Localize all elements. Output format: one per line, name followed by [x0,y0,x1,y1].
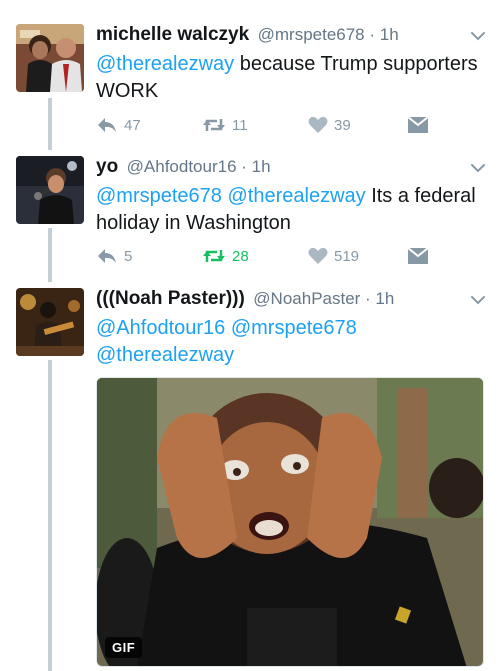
tweet-2[interactable]: yo @Ahfodtour16 · 1h @mrspete678 @therea… [0,150,500,282]
direct-message-icon [408,248,428,264]
tweet-text: @Ahfodtour16 @mrspete678 @therealezway [96,315,486,369]
handle-and-time[interactable]: @NoahPaster · 1h [253,289,394,308]
mention-link[interactable]: @therealezway [227,185,365,207]
reply-icon [98,118,116,132]
avatar[interactable] [16,24,84,92]
mention-link[interactable]: @Ahfodtour16 [96,317,225,339]
tweet-1[interactable]: michelle walczyk @mrspete678 · 1h @there… [0,0,500,150]
display-name[interactable]: yo [96,156,118,177]
tweet-text: @therealezway because Trump supporters W… [96,51,486,105]
like-button[interactable]: 519 [308,245,359,267]
retweet-icon [203,250,225,262]
gif-media[interactable]: GIF [96,377,484,667]
mention-link[interactable]: @mrspete678 [96,185,222,207]
retweet-icon [203,119,225,131]
mention-link[interactable]: @therealezway [96,344,234,366]
chevron-down-icon[interactable] [470,292,486,308]
display-name[interactable]: michelle walczyk [96,24,249,45]
tweet-actions: 47 11 39 [96,114,436,136]
retweet-button[interactable]: 11 [202,114,248,136]
retweet-count: 11 [232,116,248,134]
reply-count: 5 [124,247,133,265]
direct-message-icon [408,117,428,133]
display-name[interactable]: (((Noah Paster))) [96,288,245,309]
like-count: 519 [334,247,360,265]
tweet-actions: 5 28 519 [96,245,436,267]
direct-message-button[interactable] [408,245,428,267]
mention-link[interactable]: @mrspete678 [231,317,357,339]
reply-button[interactable]: 5 [96,245,132,267]
avatar[interactable] [16,288,84,356]
mention-link[interactable]: @therealezway [96,53,234,75]
direct-message-button[interactable] [408,114,428,136]
chevron-down-icon[interactable] [470,160,486,176]
handle-and-time[interactable]: @mrspete678 · 1h [258,25,399,44]
gif-frame [97,378,483,666]
like-count: 39 [334,116,351,134]
tweet-text: @mrspete678 @therealezway Its a federal … [96,183,486,237]
like-button[interactable]: 39 [308,114,351,136]
gif-badge: GIF [105,637,143,658]
heart-icon [308,247,328,264]
chevron-down-icon[interactable] [470,28,486,44]
handle-and-time[interactable]: @Ahfodtour16 · 1h [127,157,271,176]
reply-icon [98,249,116,263]
reply-count: 47 [124,116,141,134]
retweet-count: 28 [232,247,249,265]
heart-icon [308,116,328,133]
retweet-button[interactable]: 28 [202,245,249,267]
reply-button[interactable]: 47 [96,114,141,136]
avatar[interactable] [16,156,84,224]
